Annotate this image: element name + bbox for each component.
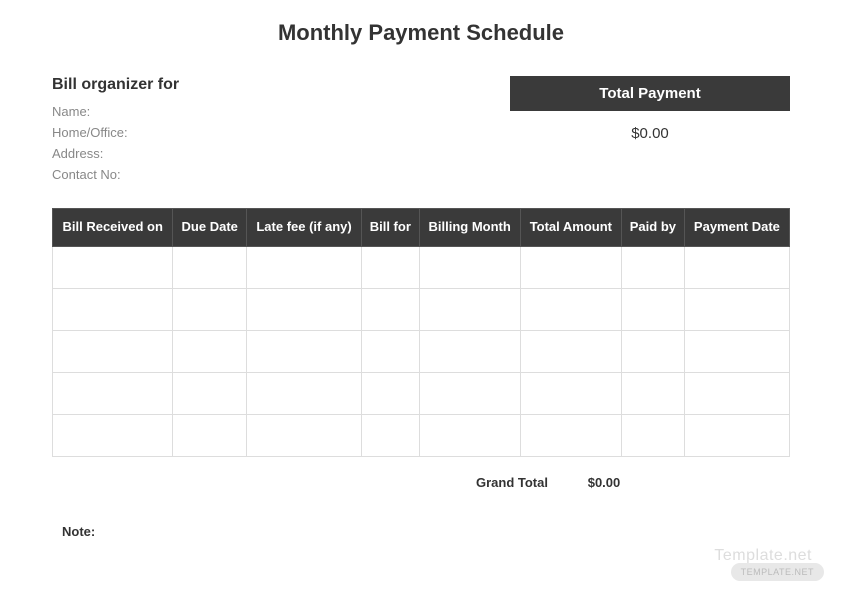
col-bill-received: Bill Received on xyxy=(53,209,173,247)
grand-total-label: Grand Total xyxy=(466,465,558,500)
table-row xyxy=(53,330,790,372)
table-cell[interactable] xyxy=(247,288,362,330)
col-payment-date: Payment Date xyxy=(684,209,789,247)
table-cell[interactable] xyxy=(684,330,789,372)
table-cell[interactable] xyxy=(684,288,789,330)
total-payment-box: Total Payment $0.00 xyxy=(510,76,790,156)
col-total-amount: Total Amount xyxy=(520,209,621,247)
col-billing-month: Billing Month xyxy=(419,209,520,247)
table-cell[interactable] xyxy=(247,246,362,288)
table-cell[interactable] xyxy=(362,372,420,414)
home-office-field-label: Home/Office: xyxy=(52,125,432,140)
table-cell[interactable] xyxy=(684,372,789,414)
grand-total-value: $0.00 xyxy=(558,465,650,500)
table-cell[interactable] xyxy=(53,372,173,414)
table-cell[interactable] xyxy=(520,246,621,288)
table-cell[interactable] xyxy=(419,372,520,414)
total-payment-value: $0.00 xyxy=(510,111,790,156)
col-late-fee: Late fee (if any) xyxy=(247,209,362,247)
table-cell[interactable] xyxy=(173,246,247,288)
table-cell[interactable] xyxy=(684,414,789,456)
table-cell[interactable] xyxy=(684,246,789,288)
address-field-label: Address: xyxy=(52,146,432,161)
table-cell[interactable] xyxy=(520,372,621,414)
table-header-row: Bill Received on Due Date Late fee (if a… xyxy=(53,209,790,247)
table-cell[interactable] xyxy=(362,330,420,372)
name-field-label: Name: xyxy=(52,104,432,119)
table-cell[interactable] xyxy=(247,414,362,456)
table-cell[interactable] xyxy=(419,330,520,372)
table-cell[interactable] xyxy=(53,414,173,456)
table-cell[interactable] xyxy=(621,288,684,330)
table-cell[interactable] xyxy=(621,414,684,456)
page-title: Monthly Payment Schedule xyxy=(52,20,790,46)
grand-total-row: Grand Total $0.00 xyxy=(52,465,790,500)
table-cell[interactable] xyxy=(362,288,420,330)
table-cell[interactable] xyxy=(419,288,520,330)
col-bill-for: Bill for xyxy=(362,209,420,247)
schedule-table: Bill Received on Due Date Late fee (if a… xyxy=(52,208,790,457)
total-payment-header: Total Payment xyxy=(510,76,790,111)
table-cell[interactable] xyxy=(621,246,684,288)
contact-no-field-label: Contact No: xyxy=(52,167,432,182)
table-cell[interactable] xyxy=(362,246,420,288)
organizer-section: Bill organizer for Name: Home/Office: Ad… xyxy=(52,76,432,188)
table-cell[interactable] xyxy=(173,288,247,330)
table-row xyxy=(53,288,790,330)
organizer-header: Bill organizer for xyxy=(52,76,432,94)
table-cell[interactable] xyxy=(419,246,520,288)
table-row xyxy=(53,246,790,288)
table-cell[interactable] xyxy=(173,372,247,414)
table-cell[interactable] xyxy=(53,246,173,288)
table-cell[interactable] xyxy=(520,414,621,456)
note-label: Note: xyxy=(62,524,790,539)
col-paid-by: Paid by xyxy=(621,209,684,247)
table-cell[interactable] xyxy=(362,414,420,456)
table-row xyxy=(53,372,790,414)
table-cell[interactable] xyxy=(247,372,362,414)
table-row xyxy=(53,414,790,456)
table-cell[interactable] xyxy=(621,330,684,372)
table-cell[interactable] xyxy=(173,330,247,372)
table-cell[interactable] xyxy=(247,330,362,372)
table-cell[interactable] xyxy=(520,330,621,372)
table-cell[interactable] xyxy=(419,414,520,456)
table-cell[interactable] xyxy=(520,288,621,330)
table-cell[interactable] xyxy=(173,414,247,456)
header-row: Bill organizer for Name: Home/Office: Ad… xyxy=(52,76,790,188)
watermark-badge: TEMPLATE.NET xyxy=(731,563,824,581)
col-due-date: Due Date xyxy=(173,209,247,247)
table-cell[interactable] xyxy=(53,330,173,372)
table-cell[interactable] xyxy=(53,288,173,330)
table-cell[interactable] xyxy=(621,372,684,414)
